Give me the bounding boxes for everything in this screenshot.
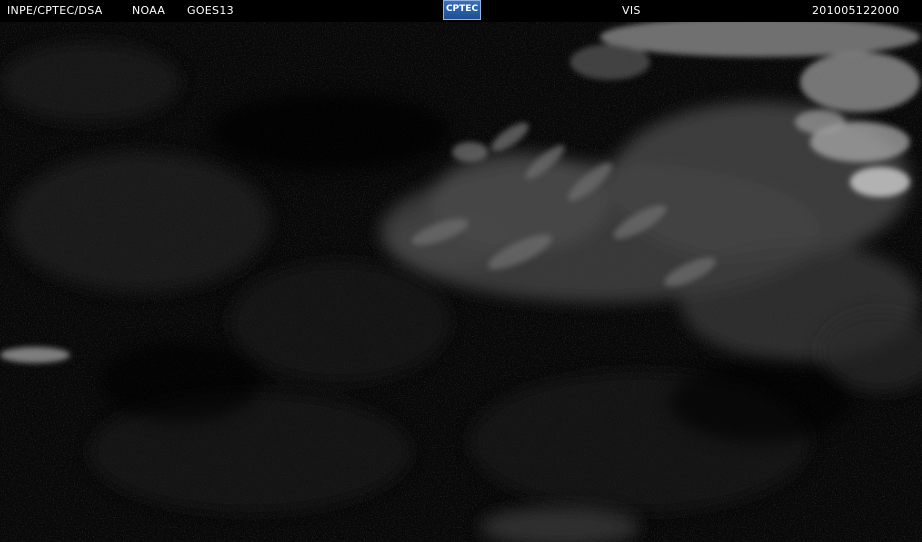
channel-label: VIS: [622, 4, 641, 17]
satellite-label: GOES13: [187, 4, 234, 17]
cptec-logo: CPTEC: [443, 0, 481, 20]
satellite-image-svg: [0, 22, 922, 542]
timestamp-label: 201005122000: [812, 4, 900, 17]
satellite-image: [0, 22, 922, 542]
operator-label: NOAA: [132, 4, 166, 17]
header-bar: INPE/CPTEC/DSA NOAA GOES13 CPTEC VIS 201…: [0, 0, 922, 22]
cptec-logo-text: CPTEC: [445, 4, 479, 14]
agency-label: INPE/CPTEC/DSA: [7, 4, 103, 17]
